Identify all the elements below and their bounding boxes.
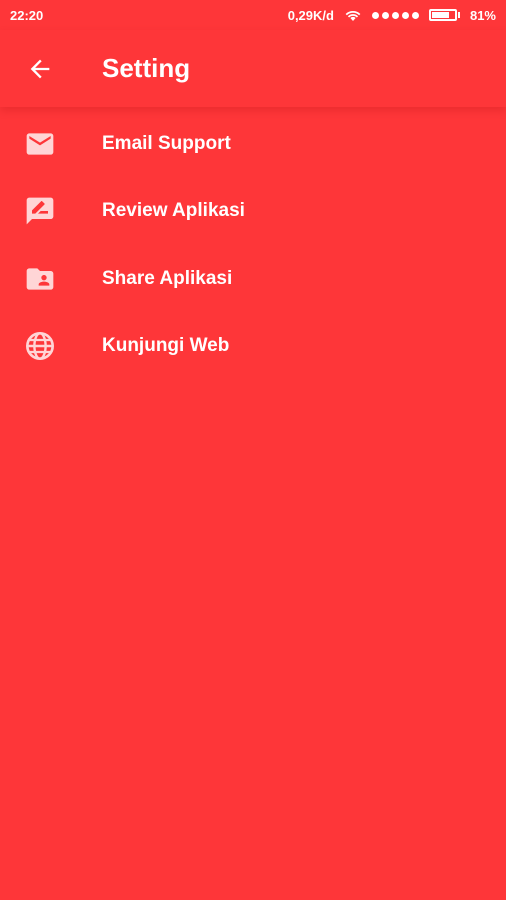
menu-item-label: Review Aplikasi	[102, 200, 245, 222]
network-speed: 0,29K/d	[287, 7, 334, 23]
email-icon	[26, 133, 54, 155]
menu-item-label: Share Aplikasi	[102, 267, 233, 289]
battery-percent: 81%	[469, 7, 496, 23]
menu-item-kunjungi-web[interactable]: Kunjungi Web	[0, 313, 506, 381]
back-button[interactable]	[24, 53, 56, 85]
globe-icon	[26, 332, 54, 361]
battery-icon	[428, 9, 460, 21]
menu-item-label: Kunjungi Web	[102, 335, 230, 357]
signal-icon	[371, 11, 419, 19]
rate-review-icon	[26, 197, 54, 225]
menu-item-share-aplikasi[interactable]: Share Aplikasi	[0, 245, 506, 313]
wifi-icon	[345, 11, 361, 21]
status-indicators: 0,29K/d 81%	[288, 8, 496, 23]
menu-item-review-aplikasi[interactable]: Review Aplikasi	[0, 178, 506, 246]
arrow-left-icon	[30, 59, 50, 78]
status-time: 22:20	[10, 7, 44, 23]
shared-folder-icon	[26, 268, 54, 290]
settings-menu: Email Support Review Aplikasi Share Apli…	[0, 110, 506, 380]
page-title: Setting	[102, 53, 191, 83]
status-bar: 22:20 0,29K/d 81%	[0, 0, 506, 30]
menu-item-label: Email Support	[102, 132, 231, 154]
menu-item-email-support[interactable]: Email Support	[0, 110, 506, 178]
app-bar: Setting	[0, 30, 506, 107]
